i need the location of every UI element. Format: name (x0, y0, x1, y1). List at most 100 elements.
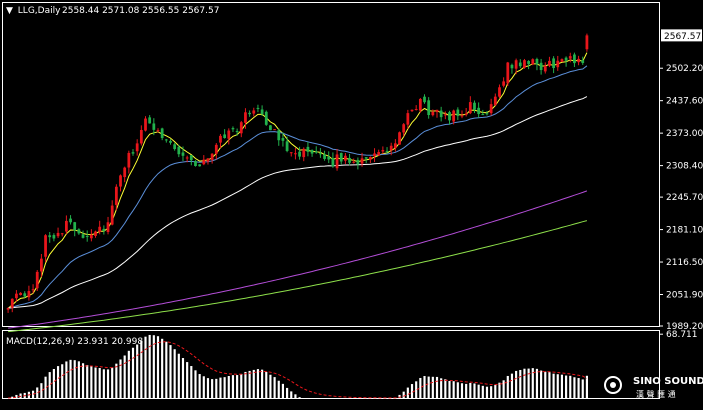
candle-body (160, 128, 164, 139)
price-tick-label: 2308.40 (666, 162, 703, 172)
candle-body (427, 100, 431, 116)
candle-body (452, 110, 456, 122)
logo-main-text: SINO SOUND (633, 376, 703, 387)
candle-body (502, 81, 506, 86)
candle-body (264, 111, 268, 125)
candle-body (19, 292, 22, 296)
candle-body (56, 232, 60, 237)
candle-body (185, 157, 189, 159)
candle-body (235, 131, 239, 133)
candle-body (44, 235, 47, 257)
candle-body (202, 159, 206, 165)
candle-body (298, 151, 301, 157)
candle-body (60, 233, 64, 235)
candle-body (360, 158, 364, 164)
candle-body (423, 96, 426, 103)
candle-body (564, 57, 568, 61)
candle-body (448, 112, 451, 121)
candle-body (577, 58, 580, 63)
price-tick-label: 2502.20 (666, 64, 703, 74)
candle-body (585, 35, 589, 50)
candle-body (477, 107, 481, 115)
candle-body (69, 218, 72, 223)
price-tick-label: 2181.10 (666, 226, 703, 236)
candle-body (256, 107, 260, 109)
candle-body (127, 152, 131, 168)
candle-body (94, 231, 97, 236)
candle-body (27, 291, 31, 298)
candle-body (435, 109, 439, 113)
macd-tick-label: 68.711 (666, 330, 698, 340)
candle-body (189, 155, 193, 161)
ohlc-label: 2558.44 2571.08 2556.55 2567.57 (62, 6, 219, 16)
candle-body (273, 129, 276, 131)
macd-label: MACD(12,26,9) 23.931 20.998 (6, 337, 143, 347)
candle-body (227, 130, 231, 139)
price-tick-label: 2245.70 (666, 193, 703, 203)
candle-body (506, 62, 510, 84)
candle-body (552, 58, 555, 69)
candle-body (573, 54, 576, 64)
candle-body (277, 130, 281, 141)
candle-body (464, 113, 468, 115)
candle-body (344, 155, 347, 161)
candle-body (381, 150, 385, 152)
candle-body (456, 109, 460, 116)
candle-body (123, 167, 127, 178)
candle-body (119, 175, 122, 187)
candle-body (335, 154, 339, 169)
candle-body (52, 235, 56, 239)
candle-body (498, 87, 501, 97)
candle-body (431, 112, 435, 116)
candle-body (173, 144, 177, 150)
candle-body (568, 56, 572, 59)
candle-body (239, 122, 243, 134)
candle-body (556, 60, 560, 68)
candle-body (269, 125, 272, 131)
candle-body (35, 271, 39, 289)
candle-body (327, 156, 331, 160)
candle-body (31, 289, 35, 291)
candle-body (331, 158, 335, 167)
price-tick-label: 2116.50 (666, 258, 703, 268)
candle-body (81, 234, 85, 238)
candle-body (518, 62, 522, 67)
candle-body (398, 132, 401, 145)
candle-body (73, 222, 77, 231)
candle-body (135, 143, 139, 152)
candle-body (194, 160, 197, 167)
candle-body (260, 109, 264, 115)
candle-body (302, 148, 306, 158)
candle-body (364, 157, 368, 159)
candle-body (23, 293, 27, 297)
candle-body (468, 102, 472, 114)
candle-body (323, 154, 326, 159)
candle-body (481, 114, 485, 116)
candle-body (294, 153, 297, 155)
candle-body (210, 153, 214, 160)
candle-body (252, 110, 256, 114)
candle-body (77, 229, 81, 234)
price-tick-label: 2051.90 (666, 290, 703, 300)
candle-body (102, 228, 106, 231)
candle-body (148, 117, 152, 124)
candle-body (548, 60, 551, 66)
candle-body (285, 141, 289, 151)
candle-body (406, 113, 410, 125)
candle-body (473, 102, 476, 110)
candle-body (385, 150, 389, 152)
candle-body (514, 60, 518, 69)
candle-body (181, 152, 185, 156)
candle-body (89, 234, 93, 239)
candle-body (352, 161, 356, 163)
candle-body (418, 98, 422, 111)
candle-body (144, 118, 147, 131)
candle-body (244, 112, 247, 123)
candle-body (527, 61, 530, 65)
candle-body (289, 152, 293, 154)
candle-body (223, 134, 227, 139)
candle-body (169, 140, 172, 143)
candle-body (65, 220, 68, 232)
candle-body (98, 226, 102, 232)
candle-body (539, 62, 543, 71)
